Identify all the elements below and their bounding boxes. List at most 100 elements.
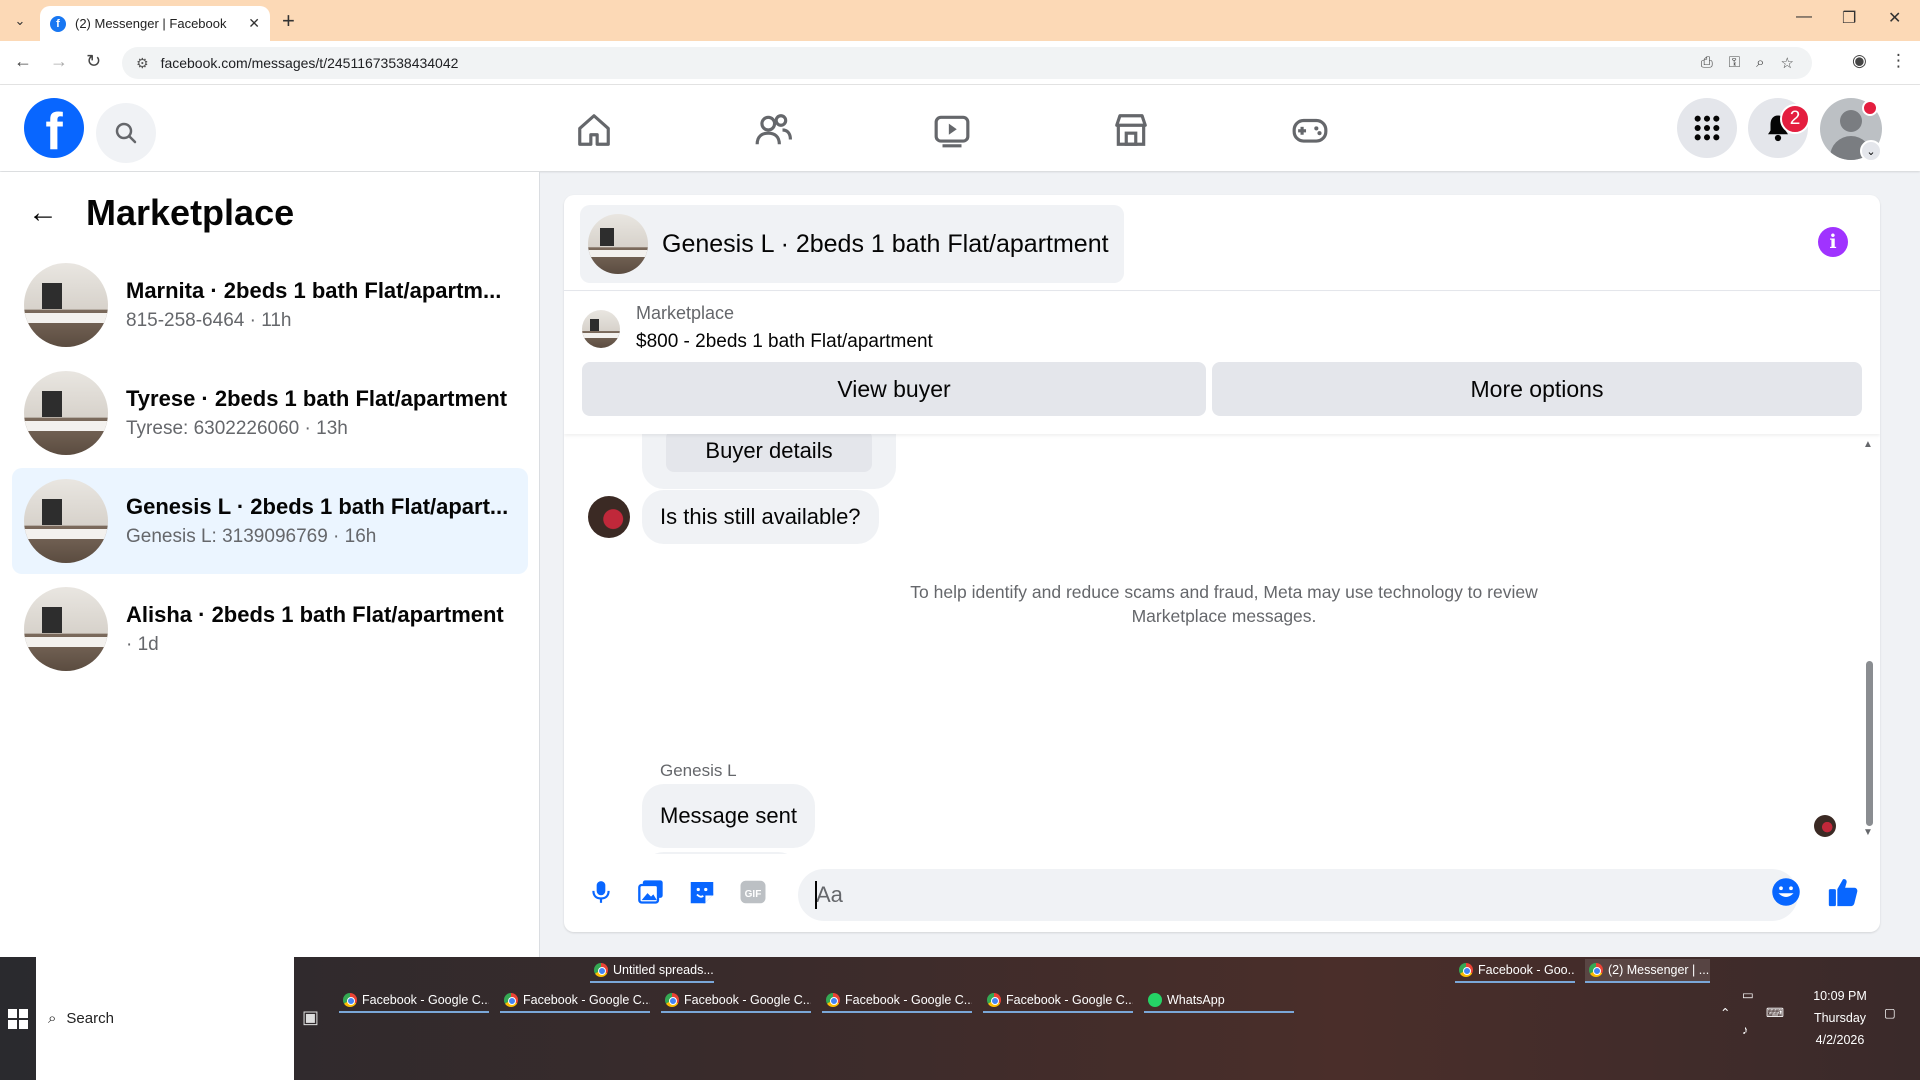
back-arrow-icon[interactable]: ←: [28, 196, 58, 230]
conversation-preview: · 1d: [126, 634, 159, 655]
new-tab-icon[interactable]: +: [282, 8, 295, 34]
marketplace-sidebar: ← Marketplace Marnita · 2beds 1 bath Fla…: [0, 172, 540, 957]
scroll-down-icon[interactable]: ▼: [1863, 827, 1873, 838]
buyer-avatar[interactable]: [588, 496, 630, 538]
menu-button[interactable]: [1677, 98, 1737, 158]
apps-grid-icon: [1694, 115, 1720, 141]
conversation-item-marnita[interactable]: Marnita · 2beds 1 bath Flat/apartm... 81…: [12, 252, 528, 358]
reload-icon[interactable]: ↻: [86, 51, 101, 72]
voice-clip-button[interactable]: [584, 875, 618, 909]
chat-panel: Genesis L · 2beds 1 bath Flat/apartment …: [564, 195, 1880, 932]
facebook-search-button[interactable]: [96, 103, 156, 163]
task-view-icon[interactable]: ▣: [302, 1007, 319, 1028]
thumbs-up-icon: [1828, 879, 1858, 907]
taskbar-button-facebook-5[interactable]: Facebook - Google C...: [983, 989, 1133, 1013]
taskbar-button-facebook-1[interactable]: Facebook - Google C...: [339, 989, 489, 1013]
message-sent-bubble[interactable]: Message sent: [642, 784, 815, 848]
taskbar-button-messenger[interactable]: (2) Messenger | ...: [1585, 959, 1710, 983]
volume-icon[interactable]: ♪: [1742, 1023, 1748, 1037]
show-hidden-icons-icon[interactable]: ⌃: [1720, 1005, 1730, 1020]
like-button[interactable]: [1826, 875, 1860, 909]
gif-button[interactable]: GIF: [736, 875, 770, 909]
listing-source-label: Marketplace: [636, 303, 735, 323]
taskbar-button-spreadsheet[interactable]: Untitled spreads...: [590, 959, 714, 983]
browser-tab-messenger[interactable]: f (2) Messenger | Facebook ✕: [40, 6, 270, 41]
chrome-menu-icon[interactable]: ⋮: [1890, 51, 1907, 71]
message-bubble-number[interactable]: 3139096769: [642, 852, 801, 854]
facebook-logo-icon[interactable]: f: [24, 98, 84, 158]
password-key-icon[interactable]: ⚿: [1729, 54, 1740, 72]
marketplace-store-icon: [1115, 114, 1147, 146]
buyer-details-button[interactable]: Buyer details: [666, 434, 872, 472]
taskbar-button-facebook-3[interactable]: Facebook - Google C...: [661, 989, 811, 1013]
message-bubble[interactable]: Is this still available?: [642, 490, 879, 544]
conversation-preview: 815-258-6464 · 11h: [126, 310, 292, 331]
chat-title-button[interactable]: Genesis L · 2beds 1 bath Flat/apartment: [580, 205, 1124, 283]
attach-photo-button[interactable]: [634, 875, 668, 909]
gif-icon: GIF: [740, 880, 766, 904]
close-window-icon[interactable]: ✕: [1888, 8, 1901, 28]
notification-center-icon[interactable]: ▢: [1884, 1005, 1896, 1020]
back-icon[interactable]: ←: [14, 51, 32, 72]
close-tab-icon[interactable]: ✕: [248, 15, 260, 32]
taskbar-button-whatsapp[interactable]: WhatsApp: [1144, 989, 1294, 1013]
notifications-button[interactable]: 2: [1748, 98, 1810, 158]
install-app-icon[interactable]: ⎙: [1701, 54, 1713, 72]
view-buyer-button[interactable]: View buyer: [582, 362, 1206, 416]
address-bar[interactable]: ⚙ facebook.com/messages/t/24511673538434…: [122, 47, 1812, 79]
listing-card: Marketplace $800 - 2beds 1 bath Flat/apa…: [564, 292, 1880, 434]
whatsapp-icon: [1148, 993, 1162, 1007]
home-icon: [578, 114, 610, 146]
microphone-icon: [592, 881, 610, 903]
search-icon: ⌕: [48, 1010, 57, 1027]
gamepad-icon: [1292, 118, 1328, 143]
taskbar-button-facebook-4[interactable]: Facebook - Google C...: [822, 989, 972, 1013]
gaming-nav-button[interactable]: [1285, 105, 1335, 155]
bookmark-star-icon[interactable]: ☆: [1781, 54, 1794, 72]
scroll-up-icon[interactable]: ▲: [1863, 439, 1873, 450]
conversation-item-genesis[interactable]: Genesis L · 2beds 1 bath Flat/apart... G…: [12, 468, 528, 574]
conversation-item-alisha[interactable]: Alisha · 2beds 1 bath Flat/apartment · 1…: [12, 576, 528, 682]
chat-title: Genesis L · 2beds 1 bath Flat/apartment: [662, 229, 1109, 258]
more-options-button[interactable]: More options: [1212, 362, 1862, 416]
friends-nav-button[interactable]: [748, 105, 798, 155]
tab-search-chevron-icon[interactable]: ⌄: [8, 9, 32, 33]
account-chevron-down-icon[interactable]: ⌄: [1860, 140, 1882, 162]
network-icon[interactable]: ▭: [1742, 987, 1754, 1002]
restore-window-icon[interactable]: ❐: [1842, 8, 1856, 28]
listing-thumbnail: [24, 587, 108, 671]
profile-icon[interactable]: ◉: [1852, 51, 1867, 71]
message-scrollbar[interactable]: [1866, 661, 1873, 826]
taskbar-search-box[interactable]: ⌕ Search: [36, 957, 294, 1080]
taskbar-button-facebook[interactable]: Facebook - Goo...: [1455, 959, 1575, 983]
home-nav-button[interactable]: [569, 105, 619, 155]
notification-badge: 2: [1780, 104, 1810, 134]
forward-icon[interactable]: →: [50, 51, 68, 72]
marketplace-nav-button[interactable]: [1106, 105, 1156, 155]
watch-nav-button[interactable]: [927, 105, 977, 155]
clock-time[interactable]: 10:09 PM: [1800, 989, 1880, 1003]
keyboard-icon[interactable]: ⌨: [1766, 1005, 1784, 1020]
browser-tab-title: (2) Messenger | Facebook: [75, 16, 227, 31]
conversation-item-tyrese[interactable]: Tyrese · 2beds 1 bath Flat/apartment Tyr…: [12, 360, 528, 466]
friends-icon: [755, 114, 792, 145]
taskbar-button-facebook-2[interactable]: Facebook - Google C...: [500, 989, 650, 1013]
address-url: facebook.com/messages/t/2451167353843404…: [160, 55, 459, 71]
windows-start-icon[interactable]: [8, 1009, 28, 1029]
listing-price[interactable]: $800 - 2beds 1 bath Flat/apartment: [636, 331, 933, 353]
text-cursor: [815, 881, 817, 909]
conversation-name: Genesis L · 2beds 1 bath Flat/apart...: [126, 494, 509, 519]
sticker-button[interactable]: [685, 875, 719, 909]
minimize-window-icon[interactable]: —: [1796, 8, 1812, 26]
conversation-name: Marnita · 2beds 1 bath Flat/apartm...: [126, 278, 502, 303]
listing-thumbnail: [24, 263, 108, 347]
info-icon[interactable]: i: [1818, 227, 1848, 257]
seen-avatar: [1814, 815, 1836, 837]
search-icon: [115, 122, 137, 144]
browser-toolbar: ← → ↻ ⚙ facebook.com/messages/t/24511673…: [0, 41, 1920, 85]
emoji-button[interactable]: [1769, 875, 1803, 909]
zoom-icon[interactable]: ⌕: [1756, 54, 1764, 72]
safety-notice: To help identify and reduce scams and fr…: [910, 582, 1538, 626]
site-info-icon[interactable]: ⚙: [136, 55, 149, 72]
message-input[interactable]: [798, 869, 1798, 921]
